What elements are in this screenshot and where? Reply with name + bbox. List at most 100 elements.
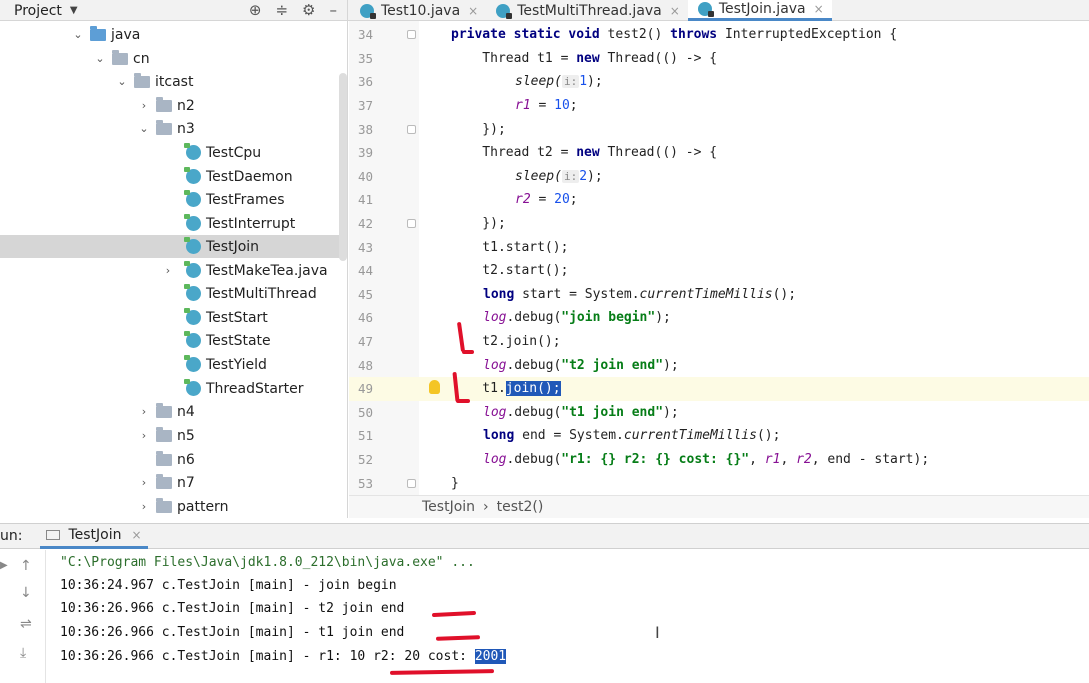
code-editor[interactable]: 34 private static void test2() throws Int… — [349, 21, 1089, 495]
chevron-down-icon[interactable]: ⌄ — [72, 28, 84, 41]
tree-node-n4[interactable]: › n4 — [138, 400, 195, 423]
code-token: log — [483, 310, 507, 326]
tree-node-n5[interactable]: › n5 — [138, 424, 195, 447]
tree-class-teststart[interactable]: TestStart — [184, 306, 268, 329]
scroll-to-end-icon[interactable]: ⤓ — [20, 645, 26, 661]
tree-class-testframes[interactable]: TestFrames — [184, 188, 285, 211]
code-line: 42 }); — [349, 212, 1089, 236]
annotation-mark — [462, 350, 474, 354]
tree-node-n6[interactable]: n6 — [138, 448, 195, 471]
close-icon[interactable]: × — [132, 528, 142, 542]
tree-class-testdaemon[interactable]: TestDaemon — [184, 165, 293, 188]
chevron-down-icon[interactable]: ▼ — [70, 5, 78, 16]
tab-testmultithread[interactable]: TestMultiThread.java × — [486, 0, 688, 21]
code-token: t1. — [451, 381, 506, 397]
tree-scrollbar[interactable] — [339, 73, 347, 261]
chevron-down-icon[interactable]: ⌄ — [116, 75, 128, 88]
tree-label: ThreadStarter — [206, 380, 304, 397]
chevron-down-icon[interactable]: ⌄ — [138, 122, 150, 135]
code-token: currentTimeMillis — [639, 286, 773, 302]
tree-class-testjoin[interactable]: TestJoin — [0, 235, 340, 258]
tree-label: n3 — [177, 120, 195, 137]
code-token: 20 — [554, 192, 570, 208]
chevron-right-icon[interactable]: › — [138, 99, 150, 112]
line-number: 45 — [357, 286, 373, 302]
code-token: r1 — [764, 452, 781, 468]
tab-label: TestMultiThread.java — [517, 2, 662, 19]
code-line: 43 t1.start(); — [349, 235, 1089, 259]
tree-node-n3[interactable]: ⌄ n3 — [138, 117, 195, 140]
tree-class-teststate[interactable]: TestState — [184, 329, 271, 352]
fold-icon[interactable] — [407, 124, 416, 134]
chevron-right-icon[interactable]: › — [138, 500, 150, 513]
minimize-icon[interactable]: – — [330, 1, 338, 19]
run-tab-testjoin[interactable]: TestJoin × — [40, 523, 148, 549]
package-icon — [156, 119, 172, 135]
soft-wrap-icon[interactable]: ⇌ — [20, 616, 32, 632]
tab-test10[interactable]: Test10.java × — [350, 0, 486, 21]
class-icon — [184, 237, 201, 254]
tree-class-threadstarter[interactable]: ThreadStarter — [184, 377, 304, 400]
code-token: "join begin" — [561, 310, 656, 326]
close-icon[interactable]: × — [468, 4, 478, 18]
code-token: Thread t1 = — [451, 50, 577, 66]
console-line: 10:36:26.966 c.TestJoin [main] - t1 join… — [60, 625, 405, 640]
tree-label: n5 — [177, 427, 195, 444]
tree-class-testyield[interactable]: TestYield — [184, 353, 267, 376]
package-icon — [156, 450, 172, 466]
code-token: ); — [587, 168, 603, 184]
code-token: (); — [772, 286, 797, 302]
tree-node-itcast[interactable]: ⌄ itcast — [116, 70, 193, 93]
code-token: private static void — [451, 27, 600, 43]
tree-class-testcpu[interactable]: TestCpu — [184, 141, 261, 164]
line-number: 49 — [357, 381, 373, 397]
chevron-right-icon[interactable]: › — [162, 264, 174, 277]
arrow-down-icon[interactable]: ↓ — [20, 585, 32, 601]
console-panel[interactable]: ↑ ↓ ⇌ ⤓ ▶ "C:\Program Files\Java\jdk1.8.… — [0, 550, 1089, 683]
code-token: ); — [587, 74, 603, 90]
class-icon — [184, 261, 201, 278]
line-number: 42 — [357, 216, 373, 232]
collapse-icon[interactable]: ≑ — [275, 1, 288, 19]
tree-node-n7[interactable]: › n7 — [138, 471, 195, 494]
breadcrumb-class[interactable]: TestJoin — [422, 499, 475, 515]
code-token: sleep( — [515, 168, 562, 184]
code-line: 36 sleep(i: 1); — [349, 70, 1089, 94]
run-toolbar: un: TestJoin × — [0, 523, 1089, 549]
tree-node-cn[interactable]: ⌄ cn — [94, 47, 150, 70]
code-token: start = System. — [514, 286, 640, 302]
fold-icon[interactable] — [407, 30, 416, 40]
arrow-up-icon[interactable]: ↑ — [20, 558, 32, 574]
fold-icon[interactable] — [407, 219, 416, 229]
code-token: end = System. — [514, 428, 624, 444]
tree-node-n2[interactable]: › n2 — [138, 94, 195, 117]
class-icon — [184, 308, 201, 325]
breadcrumb-method[interactable]: test2() — [497, 499, 544, 515]
tree-class-testmaketea[interactable]: › TestMakeTea.java — [162, 259, 328, 282]
tree-class-testinterrupt[interactable]: TestInterrupt — [184, 212, 295, 235]
tree-node-java[interactable]: ⌄ java — [72, 23, 140, 46]
chevron-right-icon[interactable]: › — [138, 429, 150, 442]
class-icon — [184, 355, 201, 372]
line-number: 50 — [357, 404, 373, 420]
code-token: Thread t2 = — [451, 145, 577, 161]
tree-class-testmultithread[interactable]: TestMultiThread — [184, 282, 317, 305]
tree-node-pattern[interactable]: › pattern — [138, 495, 228, 518]
chevron-down-icon[interactable]: ⌄ — [94, 52, 106, 65]
chevron-right-icon[interactable]: › — [138, 405, 150, 418]
rerun-icon[interactable]: ▶ — [0, 560, 8, 571]
fold-icon[interactable] — [407, 478, 416, 488]
tree-label: TestJoin — [206, 238, 260, 255]
close-icon[interactable]: × — [670, 4, 680, 18]
project-title[interactable]: Project — [14, 3, 62, 19]
close-icon[interactable]: × — [814, 2, 824, 16]
tree-label: itcast — [155, 73, 194, 90]
chevron-right-icon[interactable]: › — [138, 476, 150, 489]
code-token: test2() — [599, 27, 671, 43]
lightbulb-icon[interactable] — [429, 380, 440, 394]
gear-icon[interactable]: ⚙ — [302, 1, 315, 19]
target-icon[interactable]: ⊕ — [249, 1, 262, 19]
tree-label: TestFrames — [206, 191, 285, 208]
tab-testjoin[interactable]: TestJoin.java × — [687, 0, 832, 21]
code-token: ); — [663, 404, 679, 420]
